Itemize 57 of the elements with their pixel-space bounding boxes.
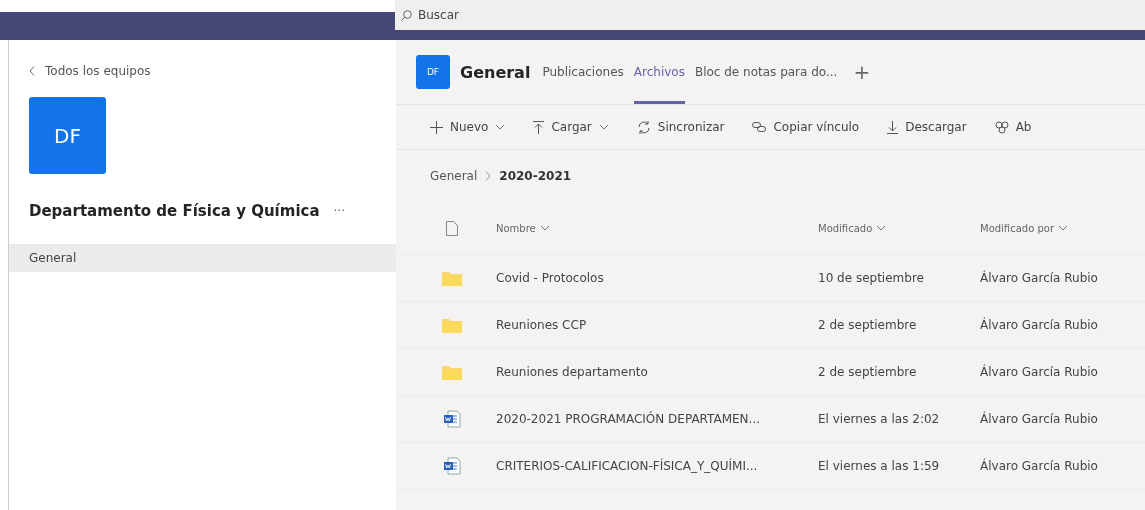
chevron-down-icon [539,225,550,231]
channel-title: General [460,62,531,82]
column-header[interactable]: Modificado por [980,222,1069,234]
folder-icon [442,270,462,286]
toolbar-button[interactable]: Copiar vínculo [752,120,860,134]
file-name[interactable]: CRITERIOS-CALIFICACION-FÍSICA_Y_QUÍMI... [496,459,818,473]
file-name[interactable]: Reuniones CCP [496,318,818,332]
file-name[interactable]: 2020-2021 PROGRAMACIÓN DEPARTAMEN... [496,412,818,426]
folder-icon [442,317,462,333]
file-name[interactable]: Covid - Protocolos [496,271,818,285]
back-link[interactable]: Todos los equipos [45,64,151,78]
people-icon [994,120,1009,134]
toolbar-button[interactable]: Nuevo [430,120,506,134]
file-name[interactable]: Reuniones departamento [496,365,818,379]
chevron-down-icon [1058,225,1069,231]
column-header[interactable]: Nombre [496,222,550,234]
modified-by: Álvaro García Rubio [980,459,1099,473]
file-type-icon [446,220,458,236]
modified-by: Álvaro García Rubio [980,365,1099,379]
channel-tab[interactable]: Archivos [633,40,685,104]
column-header[interactable]: Modificado [818,222,887,234]
modified-date: El viernes a las 2:02 [818,412,941,426]
modified-date: El viernes a las 1:59 [818,459,941,473]
toolbar-button[interactable]: Descargar [887,120,967,134]
modified-by: Álvaro García Rubio [980,412,1099,426]
toolbar-button[interactable]: Cargar [533,120,609,134]
upload-icon [533,120,545,134]
sync-icon [636,120,651,134]
modified-by: Álvaro García Rubio [980,318,1099,332]
more-options-button[interactable]: ··· [333,204,345,218]
modified-date: 2 de septiembre [818,318,918,332]
toolbar-button[interactable]: Ab [994,120,1032,134]
modified-date: 10 de septiembre [818,271,925,285]
folder-icon [442,364,462,380]
channel-tab[interactable]: Bloc de notas para do... [694,40,838,104]
chevron-down-icon [598,124,609,130]
toolbar-button[interactable]: Sincronizar [636,120,725,134]
word-document-icon [443,457,461,475]
channel-item[interactable]: General [9,244,396,272]
chevron-right-icon [485,171,492,181]
team-avatar: DF [29,97,106,174]
modified-by: Álvaro García Rubio [980,271,1099,285]
team-name: Departamento de Física y Química [29,202,320,220]
modified-date: 2 de septiembre [818,365,918,379]
chevron-down-icon [495,124,506,130]
back-chevron-icon[interactable] [29,66,35,76]
channel-tab[interactable]: Publicaciones [542,40,624,104]
word-document-icon [443,410,461,428]
breadcrumb-link[interactable]: General [430,169,478,183]
chevron-down-icon [876,225,887,231]
link-icon [752,122,767,132]
search-icon [401,9,412,21]
add-tab-button[interactable]: + [853,60,871,84]
breadcrumb-link[interactable]: 2020-2021 [499,169,572,183]
channel-avatar: DF [416,55,450,89]
plus-icon [430,120,443,134]
download-icon [887,120,899,134]
